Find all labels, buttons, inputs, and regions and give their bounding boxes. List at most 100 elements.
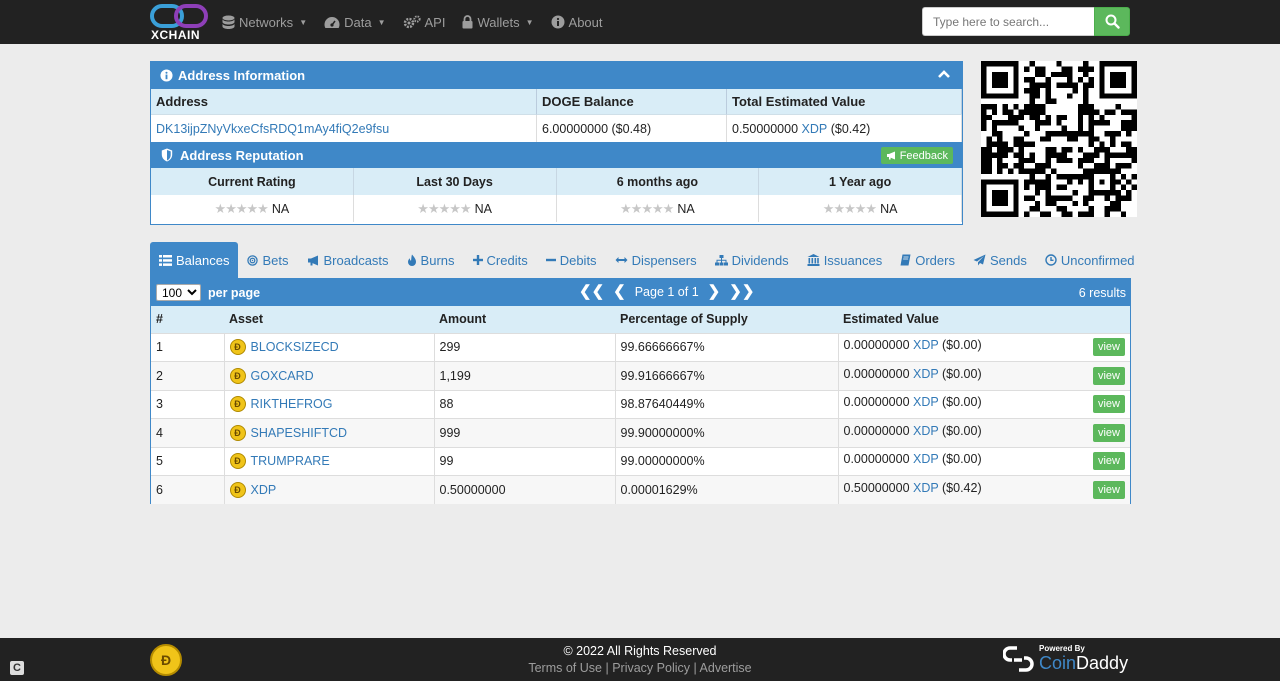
asset-link[interactable]: GOXCARD [251,369,314,383]
coindaddy-mark-icon [1003,645,1034,672]
tab-orders-label: Orders [915,252,955,268]
asset-link[interactable]: SHAPESHIFTCD [251,426,348,440]
total-value-asset-link[interactable]: XDP [802,122,828,136]
address-column-header: Address [151,89,537,115]
tab-burns[interactable]: Burns [398,242,464,278]
table-row: 1 Ð BLOCKSIZECD 299 99.66666667% 0.000000… [151,332,1130,362]
first-page-icon[interactable]: ❮❮ [579,283,604,301]
sitemap-icon [714,254,728,265]
estimated-asset-link[interactable]: XDP [913,338,938,352]
address-info-title: Address Information [178,68,306,83]
tab-debits[interactable]: Debits [537,242,606,278]
row-num: 2 [151,361,224,390]
book-icon [900,254,911,266]
nav-about[interactable]: About [551,12,603,32]
total-value-usd: ($0.42) [830,121,871,136]
estimated-usd: ($0.00) [942,395,982,410]
address-info-header[interactable]: Address Information [151,62,962,89]
xchain-logo[interactable]: XCHAIN [150,4,208,42]
amount-cell: 0.50000000 [433,475,615,504]
corner-c-icon[interactable]: C [10,661,24,675]
search-form [922,7,1130,36]
info-icon [551,15,565,29]
list-icon [159,254,172,266]
privacy-link[interactable]: Privacy Policy [612,661,690,675]
logo-text: XCHAIN [151,28,201,42]
address-qr-code [981,61,1137,217]
tab-credits[interactable]: Credits [464,242,537,278]
estimated-asset-link[interactable]: XDP [913,481,938,495]
estimated-asset-link[interactable]: XDP [913,395,938,409]
chevron-up-icon[interactable] [938,69,950,79]
feedback-button[interactable]: Feedback [880,147,953,164]
tab-bets[interactable]: Bets [238,242,297,278]
asset-icon: Ð [229,396,246,413]
advertise-link[interactable]: Advertise [700,661,752,675]
coindaddy-logo[interactable]: Powered By CoinDaddy [1003,644,1128,673]
rating-current-cell: ★★★★★ NA [151,195,354,222]
tab-issuances[interactable]: Issuances [798,242,892,278]
estimated-usd: ($0.00) [942,423,982,438]
tab-unconfirmed[interactable]: Unconfirmed [1036,242,1144,278]
asset-link[interactable]: TRUMPRARE [251,454,330,468]
rating-6m-header: 6 months ago [556,168,760,195]
estimated-amount: 0.50000000 [843,481,910,495]
tab-balances[interactable]: Balances [150,242,239,278]
asset-link[interactable]: BLOCKSIZECD [251,340,339,354]
view-button[interactable]: view [1092,338,1125,357]
tab-dispensers[interactable]: Dispensers [606,242,706,278]
amount-cell: 99 [433,446,615,476]
estimated-cell: 0.00000000 XDP ($0.00) view [837,361,1130,390]
asset-cell: Ð SHAPESHIFTCD [223,418,434,447]
tab-sends[interactable]: Sends [964,242,1036,278]
tab-unconfirmed-label: Unconfirmed [1060,252,1135,268]
view-button[interactable]: view [1092,366,1125,385]
bullseye-icon [247,254,259,266]
nav-wallets-label: Wallets [477,14,520,30]
tab-orders[interactable]: Orders [891,242,964,278]
rating-6m-value: NA [677,201,695,216]
info-circle-icon [160,69,173,82]
nav-api[interactable]: API [403,12,445,32]
percentage-cell: 99.66666667% [614,332,838,362]
per-page-select[interactable]: 100 [156,284,201,301]
amount-cell: 1,199 [433,361,615,390]
view-button[interactable]: view [1092,452,1125,471]
table-row: 4 Ð SHAPESHIFTCD 999 99.90000000% 0.00000… [151,418,1130,447]
estimated-asset-link[interactable]: XDP [913,424,938,438]
prev-page-icon[interactable]: ❮ [613,283,626,301]
pagination: ❮❮ ❮ Page 1 of 1 ❯ ❯❯ [579,283,754,301]
tab-debits-label: Debits [559,252,597,268]
reputation-header: Address Reputation Feedback [151,142,962,168]
terms-link[interactable]: Terms of Use [528,661,602,675]
nav-networks[interactable]: Networks ▼ [222,12,307,32]
nav-wallets[interactable]: Wallets ▼ [462,12,534,32]
view-button[interactable]: view [1092,423,1125,442]
last-page-icon[interactable]: ❯❯ [729,283,754,301]
search-input[interactable] [922,7,1094,36]
cogs-icon [403,15,421,29]
total-column-header: Total Estimated Value [727,89,962,115]
lock-icon [462,15,473,29]
estimated-cell: 0.00000000 XDP ($0.00) view [837,389,1130,419]
balance-column-header: DOGE Balance [537,89,727,115]
nav-data[interactable]: Data ▼ [324,12,386,32]
table-row: 6 Ð XDP 0.50000000 0.00001629% 0.50000000… [151,475,1130,504]
asset-link[interactable]: RIKTHEFROG [251,397,333,411]
fire-icon [407,254,416,266]
search-button[interactable] [1094,7,1130,36]
view-button[interactable]: view [1092,481,1125,499]
asset-link[interactable]: XDP [251,483,277,497]
view-button[interactable]: view [1092,395,1125,414]
nav-networks-label: Networks [239,14,294,30]
estimated-asset-link[interactable]: XDP [913,452,938,466]
address-link[interactable]: DK13ijpZNyVkxeCfsRDQ1mAy4fiQ2e9fsu [156,122,389,136]
col-amount-header: Amount [434,306,615,333]
amount-cell: 299 [433,332,615,362]
tab-broadcasts[interactable]: Broadcasts [298,242,398,278]
next-page-icon[interactable]: ❯ [708,283,721,301]
estimated-asset-link[interactable]: XDP [913,367,938,381]
tab-dividends[interactable]: Dividends [706,242,798,278]
bank-icon [807,254,820,266]
clock-icon [1045,254,1057,266]
